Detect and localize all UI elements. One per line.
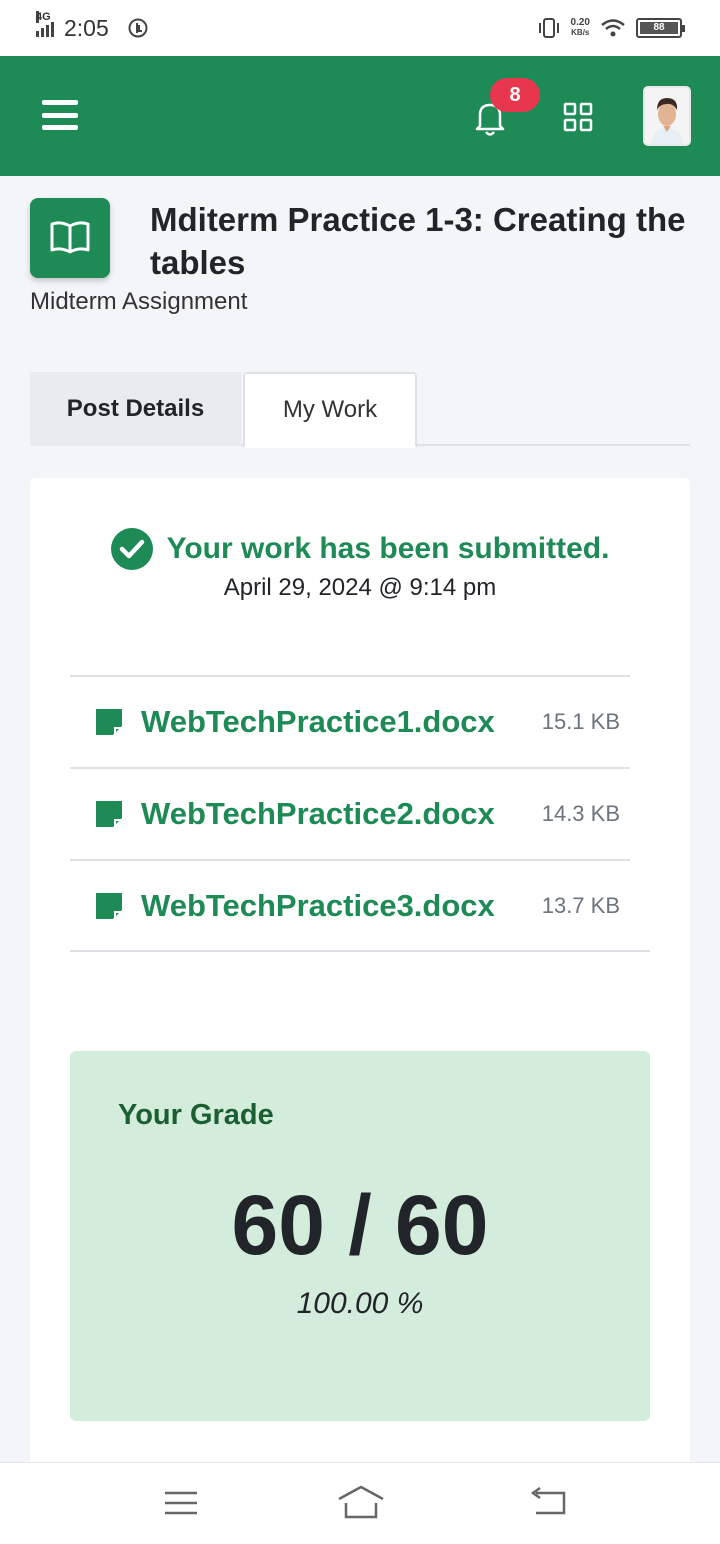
file-name[interactable]: WebTechPractice2.docx bbox=[141, 796, 542, 832]
my-work-card: Your work has been submitted. April 29, … bbox=[30, 478, 690, 1478]
file-item[interactable]: WebTechPractice3.docx 13.7 KB bbox=[70, 859, 630, 951]
alarm-icon bbox=[128, 18, 148, 38]
tab-my-work[interactable]: My Work bbox=[243, 372, 417, 448]
submission-status-text: Your work has been submitted. bbox=[166, 532, 610, 565]
nav-menu-icon[interactable] bbox=[161, 1483, 201, 1523]
nav-back-icon[interactable] bbox=[528, 1483, 568, 1523]
battery-icon: 88 bbox=[636, 18, 685, 38]
document-icon bbox=[96, 893, 122, 919]
file-size: 14.3 KB bbox=[541, 801, 620, 826]
grid-icon[interactable] bbox=[563, 102, 593, 132]
status-left: 4G 2:05 bbox=[36, 11, 149, 42]
system-nav-bar bbox=[0, 1462, 720, 1544]
post-subtitle: Midterm Assignment bbox=[30, 288, 248, 315]
avatar[interactable] bbox=[643, 86, 691, 146]
document-icon bbox=[96, 801, 122, 827]
app-bar: 8 bbox=[0, 56, 720, 176]
network-speed: 0.20 KB/s bbox=[571, 18, 590, 38]
network-type: 4G bbox=[36, 11, 51, 23]
grade-score: 60 / 60 bbox=[231, 1178, 489, 1272]
divider bbox=[70, 950, 650, 952]
status-right: 0.20 KB/s 88 bbox=[537, 17, 685, 39]
speed-unit: KB/s bbox=[571, 28, 590, 37]
page-title: Mditerm Practice 1-3: Creating the table… bbox=[150, 201, 686, 281]
status-time: 2:05 bbox=[64, 14, 109, 41]
book-icon bbox=[50, 221, 90, 254]
tab-bar: Post Details My Work bbox=[30, 372, 690, 448]
post-type-tile bbox=[30, 198, 110, 278]
tab-post-details[interactable]: Post Details bbox=[30, 372, 241, 446]
submission-status: Your work has been submitted. bbox=[30, 528, 690, 570]
file-name[interactable]: WebTechPractice1.docx bbox=[141, 704, 542, 740]
file-name[interactable]: WebTechPractice3.docx bbox=[141, 888, 542, 924]
file-size: 13.7 KB bbox=[541, 893, 620, 918]
file-size: 15.1 KB bbox=[541, 709, 620, 734]
nav-home-icon[interactable] bbox=[336, 1483, 386, 1523]
grade-panel: Your Grade 60 / 60 100.00 % bbox=[70, 1051, 650, 1421]
file-item[interactable]: WebTechPractice1.docx 15.1 KB bbox=[70, 675, 630, 767]
check-circle-icon bbox=[110, 528, 153, 570]
notification-badge[interactable]: 8 bbox=[490, 78, 540, 112]
vibrate-icon bbox=[538, 18, 559, 38]
wifi-icon bbox=[601, 19, 625, 37]
signal-icon: 4G bbox=[36, 11, 54, 37]
document-icon bbox=[96, 709, 122, 735]
status-bar: 4G 2:05 0.20 KB/s 88 bbox=[0, 0, 720, 56]
file-item[interactable]: WebTechPractice2.docx 14.3 KB bbox=[70, 767, 630, 859]
file-list: WebTechPractice1.docx 15.1 KB WebTechPra… bbox=[70, 675, 630, 951]
speed-value: 0.20 bbox=[570, 17, 590, 28]
menu-icon[interactable] bbox=[42, 100, 78, 130]
grade-label: Your Grade bbox=[118, 1099, 274, 1131]
grade-percent: 100.00 % bbox=[296, 1287, 424, 1320]
battery-level: 88 bbox=[640, 22, 678, 34]
avatar-photo bbox=[645, 88, 689, 144]
submission-date: April 29, 2024 @ 9:14 pm bbox=[223, 574, 497, 601]
